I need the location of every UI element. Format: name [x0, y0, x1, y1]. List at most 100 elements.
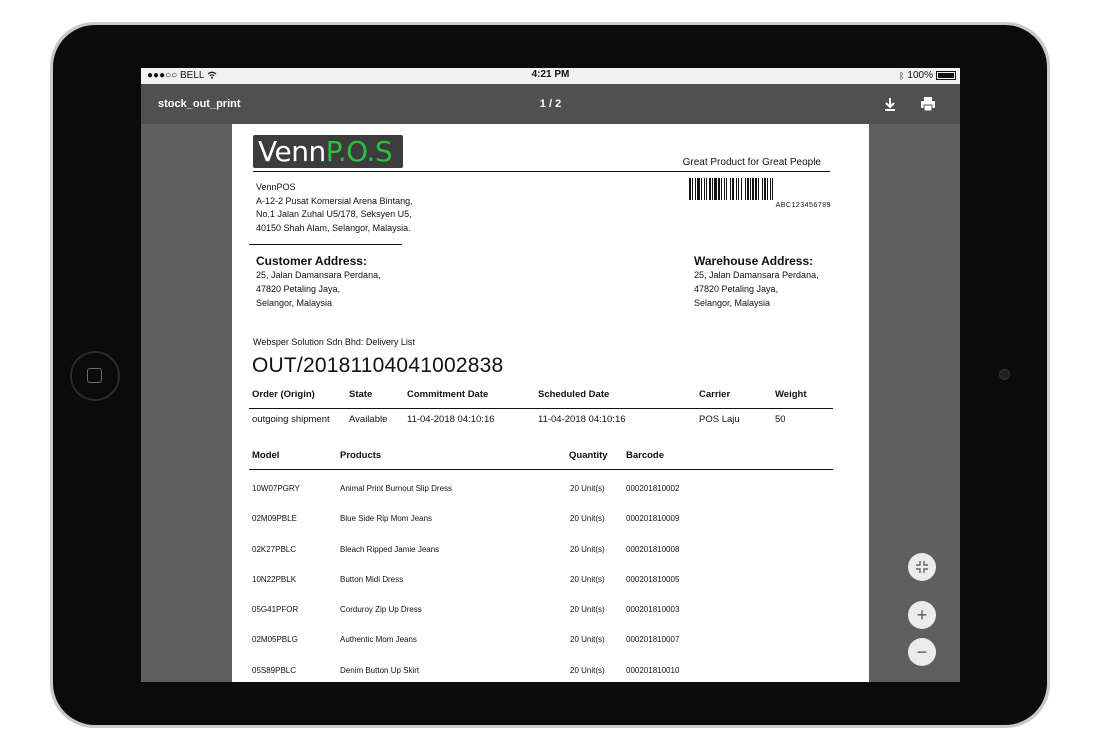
- barcode-cell: 000201810005: [626, 574, 680, 584]
- document-viewer[interactable]: VennP.O.S Great Product for Great People…: [141, 124, 960, 682]
- company-address-line: 40150 Shah Alam, Selangor, Malaysia.: [256, 222, 411, 233]
- product-cell: Authentic Mom Jeans: [340, 635, 417, 645]
- model-cell: 02K27PBLC: [252, 544, 297, 554]
- table-cell: Available: [349, 414, 388, 425]
- column-header: Barcode: [626, 450, 665, 461]
- warehouse-address-line: 25, Jalan Damansara Perdana,: [694, 270, 819, 280]
- warehouse-address-heading: Warehouse Address:: [694, 254, 814, 268]
- barcode-cell: 000201810009: [626, 514, 680, 524]
- table-cell: outgoing shipment: [252, 414, 330, 425]
- zoom-in-button[interactable]: +: [908, 601, 936, 629]
- device-screen: ●●●○○ BELL 4:21 PM ᛒ 100% stock_out_prin…: [141, 68, 960, 682]
- table-row: outgoing shipment Available 11-04-2018 0…: [252, 411, 833, 431]
- customer-address-line: Selangor, Malaysia: [256, 298, 333, 308]
- battery-icon: [936, 71, 956, 80]
- product-cell: Button Midi Dress: [340, 574, 404, 584]
- customer-address-line: 25, Jalan Damansara Perdana,: [256, 270, 381, 280]
- table-row: 05S89PBLC Denim Button Up Skirt 20 Unit(…: [252, 658, 833, 682]
- status-bar: ●●●○○ BELL 4:21 PM ᛒ 100%: [141, 68, 960, 84]
- delivery-list-label: Websper Solution Sdn Bhd: Delivery List: [253, 337, 415, 347]
- product-cell: Denim Button Up Skirt: [340, 665, 420, 675]
- tagline: Great Product for Great People: [682, 157, 821, 168]
- company-block: VennPOS A-12-2 Pusat Komersial Arena Bin…: [256, 181, 413, 235]
- quantity-cell: 20 Unit(s): [570, 514, 605, 524]
- column-header: Commitment Date: [407, 389, 489, 400]
- product-table-body: 10W07PGRY Animal Print Burnout Slip Dres…: [252, 476, 833, 682]
- company-address-line: A-12-2 Pusat Komersial Arena Bintang,: [256, 195, 413, 206]
- order-table-header: Order (Origin) State Commitment Date Sch…: [252, 386, 833, 406]
- header-divider: [253, 171, 830, 172]
- zoom-in-icon: +: [916, 605, 928, 625]
- company-name: VennPOS: [256, 182, 296, 192]
- fit-page-button[interactable]: [908, 553, 936, 581]
- printer-icon[interactable]: [919, 95, 937, 113]
- table-cell: POS Laju: [699, 414, 740, 425]
- product-cell: Corduroy Zip Up Dress: [340, 605, 422, 615]
- product-table-header: Model Products Quantity Barcode: [252, 447, 833, 467]
- zoom-out-button[interactable]: −: [908, 638, 936, 666]
- column-header: Products: [340, 450, 382, 461]
- table-row: 05G41PFOR Corduroy Zip Up Dress 20 Unit(…: [252, 597, 833, 627]
- table-cell: 50: [775, 414, 786, 425]
- document-page: VennP.O.S Great Product for Great People…: [232, 124, 869, 682]
- home-button[interactable]: [70, 351, 120, 401]
- home-square-icon: [87, 368, 102, 383]
- product-cell: Blue Side Rip Mom Jeans: [340, 514, 433, 524]
- logo-text-pos: P.O.S: [325, 135, 393, 168]
- warehouse-address: Warehouse Address: 25, Jalan Damansara P…: [694, 254, 819, 310]
- customer-address-heading: Customer Address:: [256, 254, 367, 268]
- model-cell: 02M05PBLG: [252, 635, 298, 645]
- fit-page-icon: [916, 561, 928, 573]
- clock: 4:21 PM: [531, 69, 570, 80]
- battery-status: ᛒ 100%: [899, 70, 956, 81]
- model-cell: 10W07PGRY: [252, 484, 300, 493]
- quantity-cell: 20 Unit(s): [570, 574, 605, 584]
- model-cell: 10N22PBLK: [252, 574, 297, 584]
- table-cell: 11-04-2018 04:10:16: [538, 414, 626, 425]
- quantity-cell: 20 Unit(s): [570, 605, 605, 615]
- model-cell: 05S89PBLC: [252, 665, 297, 675]
- table-row: 02M05PBLG Authentic Mom Jeans 20 Unit(s)…: [252, 627, 833, 657]
- warehouse-address-line: 47820 Petaling Jaya,: [694, 284, 779, 294]
- customer-address-line: 47820 Petaling Jaya,: [256, 284, 341, 294]
- table-row: 02K27PBLC Bleach Ripped Jamie Jeans 20 U…: [252, 537, 833, 567]
- logo-text-venn: Venn: [258, 135, 326, 168]
- barcode-cell: 000201810002: [626, 484, 680, 493]
- table-row: 10W07PGRY Animal Print Burnout Slip Dres…: [252, 476, 833, 506]
- model-cell: 02M09PBLE: [252, 514, 297, 524]
- product-cell: Bleach Ripped Jamie Jeans: [340, 544, 440, 554]
- product-table-header-wrap: Model Products Quantity Barcode: [252, 447, 833, 467]
- page-indicator: 1 / 2: [539, 98, 562, 110]
- barcode-number: ABC123456789: [775, 202, 831, 209]
- quantity-cell: 20 Unit(s): [570, 635, 605, 645]
- warehouse-address-line: Selangor, Malaysia: [694, 298, 771, 308]
- quantity-cell: 20 Unit(s): [570, 484, 605, 493]
- column-header: State: [349, 389, 373, 400]
- table-row: 10N22PBLK Button Midi Dress 20 Unit(s) 0…: [252, 567, 833, 597]
- customer-address: Customer Address: 25, Jalan Damansara Pe…: [256, 254, 381, 310]
- model-cell: 05G41PFOR: [252, 605, 299, 615]
- barcode-cell: 000201810007: [626, 635, 680, 645]
- column-header: Carrier: [699, 389, 731, 400]
- barcode-cell: 000201810010: [626, 665, 680, 675]
- quantity-cell: 20 Unit(s): [570, 544, 605, 554]
- table-cell: 11-04-2018 04:10:16: [407, 414, 495, 425]
- table-row: 02M09PBLE Blue Side Rip Mom Jeans 20 Uni…: [252, 506, 833, 536]
- company-divider: [249, 244, 402, 245]
- column-header: Weight: [775, 389, 807, 400]
- order-table: Order (Origin) State Commitment Date Sch…: [252, 386, 833, 406]
- delivery-number: OUT/20181104041002838: [252, 354, 504, 377]
- pdf-toolbar: stock_out_print 1 / 2: [141, 84, 960, 124]
- barcode-cell: 000201810008: [626, 544, 680, 554]
- download-icon[interactable]: [881, 95, 899, 113]
- vennpos-logo: VennP.O.S: [253, 135, 403, 168]
- zoom-out-icon: −: [916, 642, 928, 662]
- product-table-divider: [249, 469, 833, 471]
- order-table-body: outgoing shipment Available 11-04-2018 0…: [252, 411, 833, 431]
- column-header: Quantity: [569, 450, 608, 461]
- quantity-cell: 20 Unit(s): [570, 665, 605, 675]
- bluetooth-icon: ᛒ: [899, 70, 905, 81]
- order-table-divider: [249, 408, 833, 410]
- front-camera: [999, 369, 1010, 380]
- column-header: Scheduled Date: [538, 389, 610, 400]
